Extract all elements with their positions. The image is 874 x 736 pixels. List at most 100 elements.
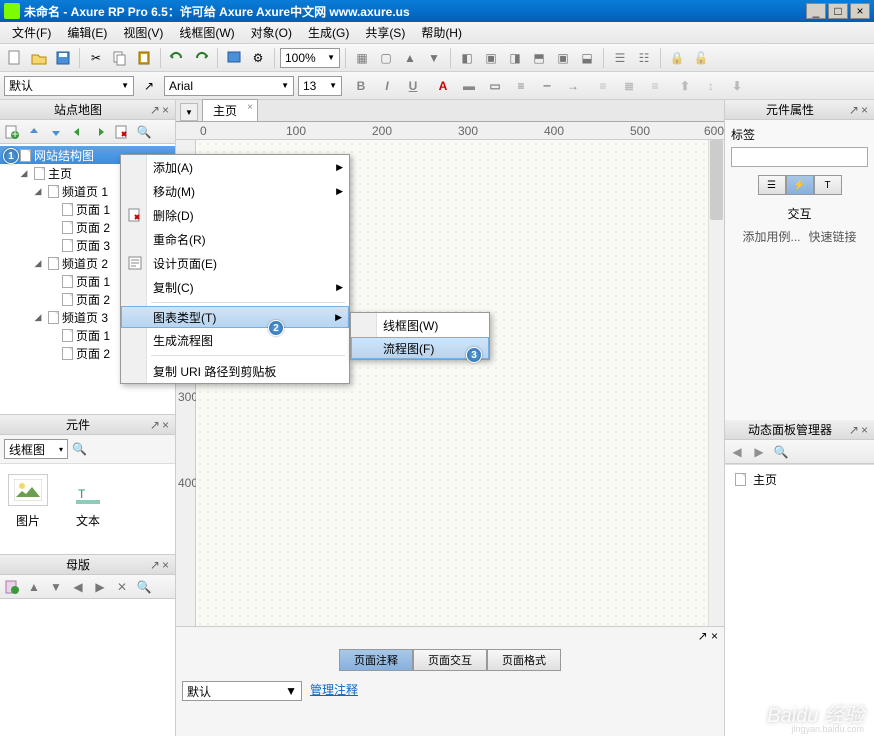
scrollbar-vertical[interactable] [708, 140, 724, 626]
tab-page-style[interactable]: 页面格式 [487, 649, 561, 671]
fillcolor-button[interactable]: ▬ [458, 75, 480, 97]
manage-notes-link[interactable]: 管理注释 [310, 681, 358, 730]
menu-object[interactable]: 对象(O) [243, 22, 300, 43]
minimize-button[interactable]: _ [806, 3, 826, 19]
panel-expand-icon[interactable]: ↗ [150, 103, 160, 117]
tab-menu-button[interactable]: ▼ [180, 103, 198, 121]
valign-bottom[interactable]: ⬇ [726, 75, 748, 97]
delete-master-button[interactable]: ✕ [112, 577, 132, 597]
tree-toggle-icon[interactable]: ◢ [32, 312, 44, 323]
add-page-button[interactable]: + [2, 122, 22, 142]
style-dropdown[interactable]: 默认▼ [4, 76, 134, 96]
arrow-button[interactable]: → [562, 75, 584, 97]
panel-expand-icon[interactable]: ↗ [150, 418, 160, 432]
text-align-center[interactable]: ≣ [618, 75, 640, 97]
new-button[interactable] [4, 47, 26, 69]
ctx-gen-flow[interactable]: 生成流程图 [121, 328, 349, 352]
widget-text[interactable]: T 文本 [68, 474, 108, 544]
panel-close-icon[interactable]: × [861, 103, 868, 117]
back-button[interactable]: ▼ [423, 47, 445, 69]
align-bottom-button[interactable]: ⬓ [576, 47, 598, 69]
ctx-copy-uri[interactable]: 复制 URI 路径到剪贴板 [121, 359, 349, 383]
tree-toggle-icon[interactable]: ◢ [18, 168, 30, 179]
panel-close-icon[interactable]: × [162, 418, 169, 432]
ungroup-button[interactable]: ▢ [375, 47, 397, 69]
master-out-button[interactable]: ◀ [68, 577, 88, 597]
cut-button[interactable]: ✂ [85, 47, 107, 69]
distribute-h-button[interactable]: ☰ [609, 47, 631, 69]
front-button[interactable]: ▲ [399, 47, 421, 69]
open-button[interactable] [28, 47, 50, 69]
panel-expand-icon[interactable]: ↗ [150, 558, 160, 572]
text-align-left[interactable]: ≡ [592, 75, 614, 97]
paste-button[interactable] [133, 47, 155, 69]
search-master-button[interactable]: 🔍 [134, 577, 154, 597]
undo-button[interactable] [166, 47, 188, 69]
menu-wireframe[interactable]: 线框图(W) [171, 22, 242, 43]
redo-button[interactable] [190, 47, 212, 69]
fontsize-dropdown[interactable]: 13▼ [298, 76, 342, 96]
linecolor-button[interactable]: ▭ [484, 75, 506, 97]
align-right-button[interactable]: ◨ [504, 47, 526, 69]
tab-close-button[interactable]: × [247, 102, 253, 113]
indent-in-button[interactable] [90, 122, 110, 142]
notes-dropdown[interactable]: 默认▼ [182, 681, 302, 701]
props-tab-notes[interactable]: ☰ [758, 175, 786, 195]
valign-middle[interactable]: ↕ [700, 75, 722, 97]
panel-close-icon[interactable]: × [162, 103, 169, 117]
panel-expand-icon[interactable]: ↗ [849, 423, 859, 437]
indent-out-button[interactable] [68, 122, 88, 142]
close-button[interactable]: × [850, 3, 870, 19]
save-button[interactable] [52, 47, 74, 69]
maximize-button[interactable]: □ [828, 3, 848, 19]
search-icon[interactable]: 🔍 [72, 442, 87, 456]
add-case-link[interactable]: 添加用例... [742, 228, 800, 245]
text-align-right[interactable]: ≡ [644, 75, 666, 97]
zoom-dropdown[interactable]: 100%▼ [280, 48, 340, 68]
align-top-button[interactable]: ⬒ [528, 47, 550, 69]
ctx-rename[interactable]: 重命名(R) [121, 227, 349, 251]
style-edit-button[interactable]: ↗ [138, 75, 160, 97]
gear-button[interactable]: ⚙ [247, 47, 269, 69]
quick-link[interactable]: 快速链接 [809, 228, 857, 245]
search-page-button[interactable]: 🔍 [134, 122, 154, 142]
dynpanel-item[interactable]: 主页 [729, 469, 870, 490]
tree-toggle-icon[interactable]: ◢ [32, 258, 44, 269]
menu-generate[interactable]: 生成(G) [300, 22, 357, 43]
ctx-add[interactable]: 添加(A)▶ [121, 155, 349, 179]
panel-icons[interactable]: ↗ × [698, 629, 718, 643]
move-down-button[interactable] [46, 122, 66, 142]
menu-share[interactable]: 共享(S) [357, 22, 413, 43]
tab-page-interactions[interactable]: 页面交互 [413, 649, 487, 671]
align-left-button[interactable]: ◧ [456, 47, 478, 69]
menu-view[interactable]: 视图(V) [115, 22, 171, 43]
widget-image[interactable]: 图片 [8, 474, 48, 544]
linewidth-button[interactable]: ≡ [510, 75, 532, 97]
ctx-diagram-type[interactable]: 图表类型(T)▶ [121, 306, 349, 328]
ctx-delete[interactable]: 删除(D) [121, 203, 349, 227]
panel-close-icon[interactable]: × [162, 558, 169, 572]
lock-button[interactable]: 🔒 [666, 47, 688, 69]
linestyle-button[interactable]: ┄ [536, 75, 558, 97]
submenu-wireframe[interactable]: 线框图(W) [351, 313, 489, 337]
master-down-button[interactable]: ▼ [46, 577, 66, 597]
font-dropdown[interactable]: Arial▼ [164, 76, 294, 96]
align-center-button[interactable]: ▣ [480, 47, 502, 69]
props-tab-format[interactable]: T [814, 175, 842, 195]
publish-button[interactable] [223, 47, 245, 69]
label-input[interactable] [731, 147, 868, 167]
add-master-button[interactable] [2, 577, 22, 597]
widget-lib-dropdown[interactable]: 线框图▾ [4, 439, 68, 459]
fontcolor-button[interactable]: A [432, 75, 454, 97]
menu-file[interactable]: 文件(F) [4, 22, 59, 43]
dyn-next-button[interactable]: ▶ [749, 442, 769, 462]
menu-help[interactable]: 帮助(H) [413, 22, 470, 43]
align-middle-button[interactable]: ▣ [552, 47, 574, 69]
move-up-button[interactable] [24, 122, 44, 142]
unlock-button[interactable]: 🔓 [690, 47, 712, 69]
tab-page-notes[interactable]: 页面注释 [339, 649, 413, 671]
master-up-button[interactable]: ▲ [24, 577, 44, 597]
delete-page-button[interactable] [112, 122, 132, 142]
dyn-search-button[interactable]: 🔍 [771, 442, 791, 462]
master-in-button[interactable]: ▶ [90, 577, 110, 597]
